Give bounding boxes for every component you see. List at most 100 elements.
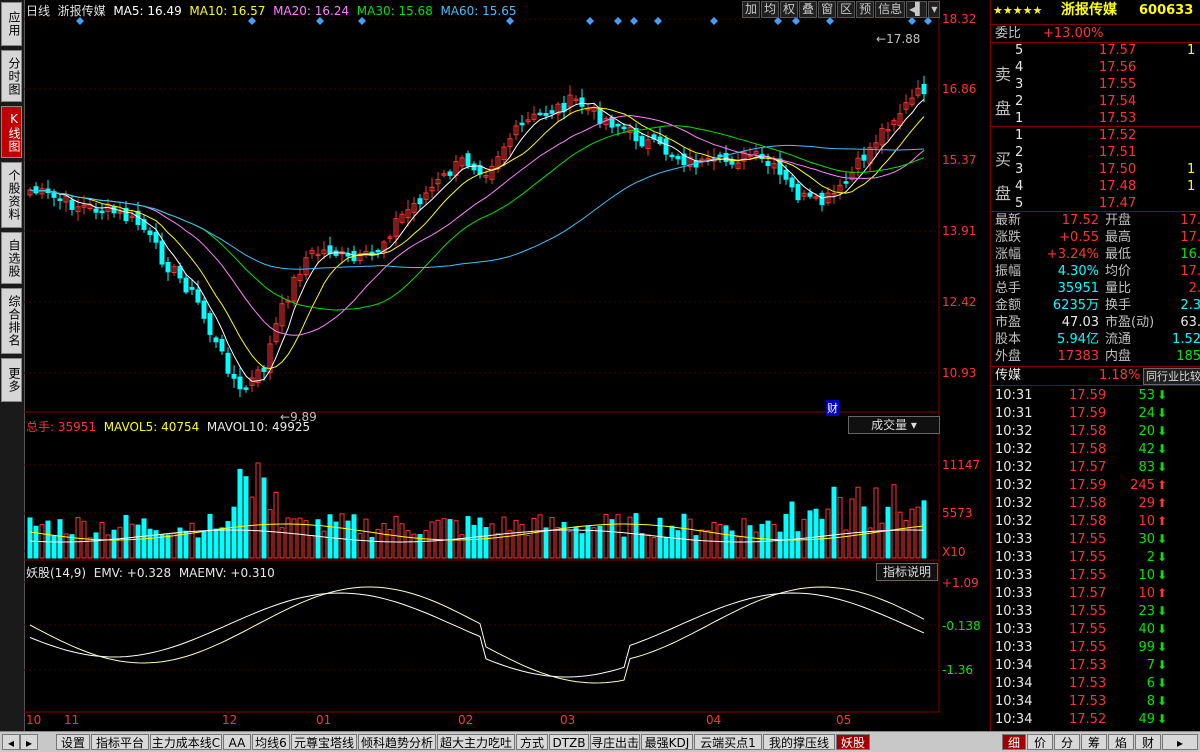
sell-volume: 1 bbox=[1187, 43, 1196, 58]
tick-row[interactable]: 10:34 17.52 49 ⬇ bbox=[991, 711, 1200, 728]
tick-price: 17.55 bbox=[1069, 640, 1107, 655]
volume-bar bbox=[675, 530, 681, 559]
indicator-tab[interactable]: 我的撑压线 bbox=[763, 734, 835, 750]
scroll-right-icon[interactable]: ▸ bbox=[20, 734, 38, 750]
buy-price: 17.48 bbox=[1099, 179, 1137, 194]
volume-bar bbox=[213, 528, 219, 559]
buy-level-row[interactable]: 4 17.48 1 bbox=[991, 178, 1200, 195]
tick-row[interactable]: 10:32 17.58 29 ⬆ bbox=[991, 495, 1200, 512]
tick-row[interactable]: 10:33 17.55 30 ⬇ bbox=[991, 531, 1200, 548]
more-tabs-icon[interactable]: ▸ bbox=[1162, 734, 1198, 750]
rights-button[interactable]: 权 bbox=[780, 1, 799, 18]
nav-kline[interactable]: K线图 bbox=[1, 106, 22, 158]
nav-app[interactable]: 应用 bbox=[1, 2, 22, 46]
tick-row[interactable]: 10:32 17.57 83 ⬇ bbox=[991, 459, 1200, 476]
indicator-tab[interactable]: 最强KDJ bbox=[641, 734, 693, 750]
window-button[interactable]: 窗 bbox=[818, 1, 837, 18]
tick-row[interactable]: 10:31 17.59 53 ⬇ bbox=[991, 387, 1200, 404]
nav-intraday[interactable]: 分时图 bbox=[1, 50, 22, 102]
indicator-tab[interactable]: 寻庄出击 bbox=[590, 734, 640, 750]
overlay-button[interactable]: 叠 bbox=[799, 1, 818, 18]
info-button[interactable]: 信息 bbox=[875, 1, 906, 18]
tick-volume: 29 bbox=[1138, 496, 1155, 511]
candle-body bbox=[195, 289, 201, 303]
stock-name-label: 浙报传媒 bbox=[57, 4, 106, 18]
add-button[interactable]: 加 bbox=[742, 1, 761, 18]
nav-ranking[interactable]: 综合排名 bbox=[1, 288, 22, 354]
down-arrow-icon: ⬇ bbox=[1157, 676, 1168, 690]
tick-volume: 49 bbox=[1138, 712, 1155, 727]
indicator-tab[interactable]: 指标平台 bbox=[91, 734, 149, 750]
tick-row[interactable]: 10:32 17.58 20 ⬇ bbox=[991, 423, 1200, 440]
sell-price: 17.56 bbox=[1099, 60, 1137, 75]
scroll-left-icon[interactable]: ◂ bbox=[2, 734, 20, 750]
buy-level-row[interactable]: 3 17.50 1 bbox=[991, 161, 1200, 178]
average-button[interactable]: 均 bbox=[761, 1, 780, 18]
volume-bar bbox=[873, 487, 879, 559]
left-nav: 应用 分时图 K线图 个股资料 自选股 综合排名 更多 bbox=[0, 0, 25, 731]
down-arrow-icon: ⬇ bbox=[1157, 550, 1168, 564]
volume-indicator-select[interactable]: 成交量 ▾ bbox=[848, 416, 940, 434]
sell-level-row[interactable]: 4 17.56 bbox=[991, 59, 1200, 76]
tick-row[interactable]: 10:31 17.59 24 ⬇ bbox=[991, 405, 1200, 422]
indicator-tab[interactable]: 超大主力吃吐 bbox=[437, 734, 515, 750]
candle-body bbox=[561, 102, 567, 112]
tick-row[interactable]: 10:32 17.58 10 ⬆ bbox=[991, 513, 1200, 530]
volume-bar bbox=[795, 531, 801, 559]
tick-row[interactable]: 10:33 17.55 23 ⬇ bbox=[991, 603, 1200, 620]
buy-level-row[interactable]: 1 17.52 bbox=[991, 127, 1200, 144]
candle-body bbox=[597, 107, 603, 124]
tick-row[interactable]: 10:33 17.57 10 ⬆ bbox=[991, 585, 1200, 602]
nav-more[interactable]: 更多 bbox=[1, 358, 22, 402]
sector-compare-button[interactable]: 同行业比较 bbox=[1143, 368, 1200, 385]
price-tab[interactable]: 价 bbox=[1027, 734, 1053, 750]
finance-marker[interactable]: 财 bbox=[826, 400, 839, 416]
indicator-tab[interactable]: AA bbox=[223, 734, 251, 750]
indicator-tab[interactable]: 设置 bbox=[56, 734, 90, 750]
chips-tab[interactable]: 筹 bbox=[1081, 734, 1107, 750]
volume-bar bbox=[657, 517, 663, 559]
volume-bar bbox=[813, 508, 819, 559]
price-tick: 18.32 bbox=[942, 12, 977, 26]
tick-row[interactable]: 10:32 17.58 42 ⬇ bbox=[991, 441, 1200, 458]
tick-row[interactable]: 10:33 17.55 10 ⬇ bbox=[991, 567, 1200, 584]
minute-tab[interactable]: 分 bbox=[1054, 734, 1080, 750]
indicator-tab[interactable]: 倾科趋势分析 bbox=[358, 734, 436, 750]
tick-row[interactable]: 10:34 17.53 8 ⬇ bbox=[991, 693, 1200, 710]
indicator-tab[interactable]: 妖股 bbox=[836, 734, 870, 750]
indicator-tab[interactable]: DTZB bbox=[549, 734, 589, 750]
buy-level-row[interactable]: 2 17.51 bbox=[991, 144, 1200, 161]
kline-chart-svg[interactable] bbox=[24, 0, 940, 731]
candle-body bbox=[921, 83, 927, 95]
price-tick: 16.86 bbox=[942, 82, 977, 96]
indicator-help-button[interactable]: 指标说明 bbox=[876, 563, 938, 581]
tick-row[interactable]: 10:34 17.53 7 ⬇ bbox=[991, 657, 1200, 674]
buy-level-row[interactable]: 5 17.47 bbox=[991, 195, 1200, 212]
kline-chart-area[interactable]: 日线 浙报传媒 MA5: 16.49 MA10: 16.57 MA20: 16.… bbox=[24, 0, 941, 731]
sell-level-row[interactable]: 2 17.54 bbox=[991, 93, 1200, 110]
menu-dropdown-icon[interactable]: ▾ bbox=[928, 1, 941, 18]
tick-row[interactable]: 10:34 17.53 6 ⬇ bbox=[991, 675, 1200, 692]
tick-row[interactable]: 10:33 17.55 99 ⬇ bbox=[991, 639, 1200, 656]
flame-tab[interactable]: 焰 bbox=[1108, 734, 1134, 750]
indicator-tab[interactable]: 均线6 bbox=[252, 734, 290, 750]
indicator-tab[interactable]: 元尊宝塔线 bbox=[291, 734, 357, 750]
nav-watchlist[interactable]: 自选股 bbox=[1, 232, 22, 284]
indicator-tab[interactable]: 云端买点1 bbox=[694, 734, 762, 750]
sell-level-row[interactable]: 5 17.57 1 bbox=[991, 42, 1200, 59]
nav-stock-info[interactable]: 个股资料 bbox=[1, 162, 22, 228]
tick-row[interactable]: 10:33 17.55 40 ⬇ bbox=[991, 621, 1200, 638]
pin-icon[interactable]: ◂▌ bbox=[906, 1, 928, 18]
tick-row[interactable]: 10:33 17.55 2 ⬇ bbox=[991, 549, 1200, 566]
down-arrow-icon: ⬇ bbox=[1157, 568, 1168, 582]
sell-level-row[interactable]: 1 17.53 bbox=[991, 110, 1200, 127]
detail-tab[interactable]: 细 bbox=[1002, 734, 1026, 750]
indicator-tab[interactable]: 主力成本线C bbox=[150, 734, 222, 750]
volume-bar bbox=[309, 535, 315, 559]
indicator-tab[interactable]: 方式 bbox=[516, 734, 548, 750]
finance-tab[interactable]: 财 bbox=[1135, 734, 1161, 750]
sell-level-row[interactable]: 3 17.55 bbox=[991, 76, 1200, 93]
range-button[interactable]: 区 bbox=[837, 1, 856, 18]
tick-row[interactable]: 10:32 17.59 245 ⬆ bbox=[991, 477, 1200, 494]
forecast-button[interactable]: 预 bbox=[856, 1, 875, 18]
